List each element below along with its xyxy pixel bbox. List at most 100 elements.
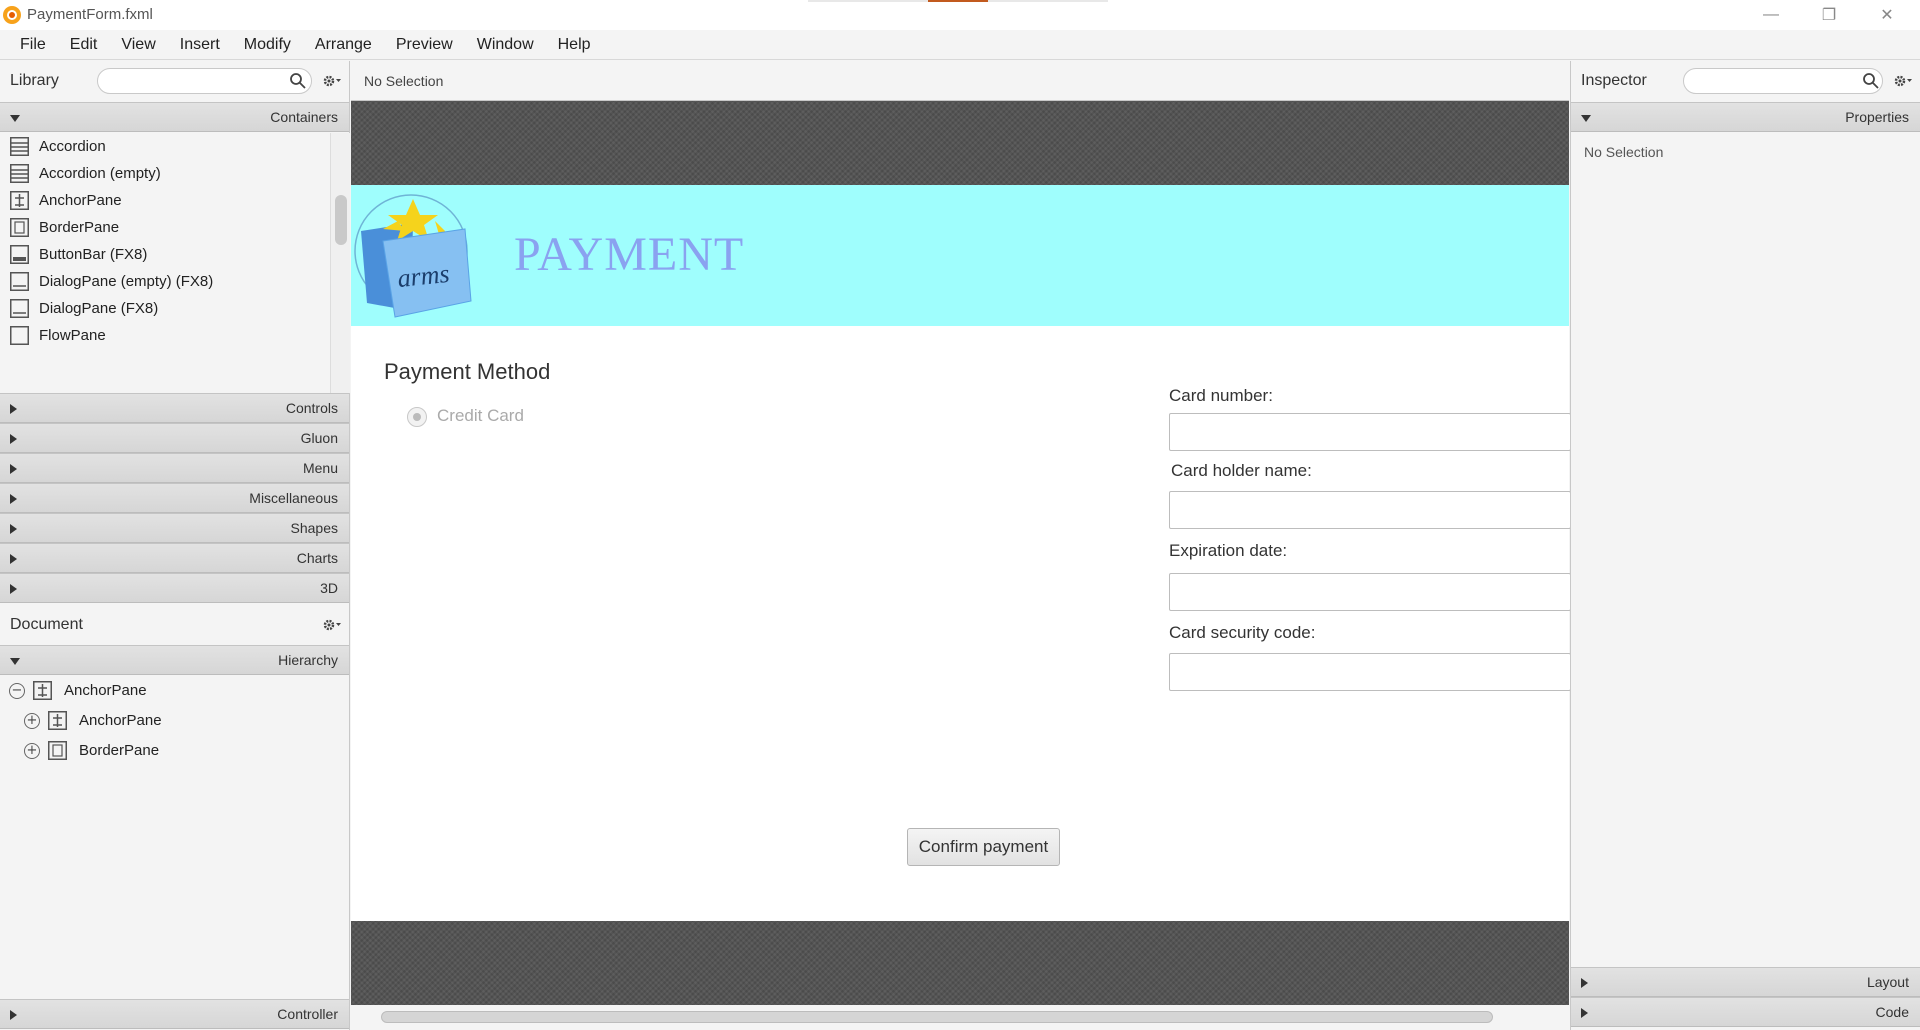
library-item-borderpane[interactable]: BorderPane	[0, 214, 330, 241]
tree-item-root-anchorpane[interactable]: − AnchorPane	[9, 681, 147, 700]
library-item-label: DialogPane (empty) (FX8)	[39, 273, 214, 290]
title-bar: PaymentForm.fxml — ❐ ✕	[0, 0, 1920, 30]
minimize-button[interactable]: —	[1742, 0, 1800, 30]
section-controller-label: Controller	[277, 1006, 338, 1022]
section-gluon[interactable]: Gluon	[0, 423, 349, 453]
library-list: Accordion Accordion (empty) AnchorPane B…	[0, 133, 330, 393]
tree-item-child-borderpane[interactable]: + BorderPane	[24, 741, 159, 760]
expiration-date-input[interactable]	[1169, 573, 1571, 611]
section-layout-label: Layout	[1866, 974, 1909, 990]
library-item-label: FlowPane	[39, 327, 106, 344]
section-layout[interactable]: Layout	[1571, 967, 1920, 997]
section-properties[interactable]: Properties	[1571, 102, 1920, 132]
library-item-accordion[interactable]: Accordion	[0, 133, 330, 160]
menu-bar: File Edit View Insert Modify Arrange Pre…	[0, 30, 1920, 60]
canvas-horizontal-scrollbar[interactable]	[381, 1011, 1493, 1023]
card-number-input[interactable]	[1169, 413, 1571, 451]
inspector-title: Inspector	[1581, 72, 1647, 89]
section-containers-label: Containers	[270, 109, 338, 125]
menu-help[interactable]: Help	[546, 30, 603, 60]
section-gluon-label: Gluon	[300, 430, 338, 446]
expand-triangle-icon	[10, 404, 17, 414]
card-security-code-label: Card security code:	[1169, 623, 1316, 642]
borderpane-icon	[10, 218, 29, 237]
close-button[interactable]: ✕	[1858, 0, 1916, 30]
menu-arrange[interactable]: Arrange	[303, 30, 384, 60]
card-holder-name-input[interactable]	[1169, 491, 1571, 529]
menu-edit[interactable]: Edit	[58, 30, 110, 60]
menu-preview[interactable]: Preview	[384, 30, 465, 60]
search-icon[interactable]	[1862, 72, 1880, 90]
library-scrollbar-thumb[interactable]	[335, 195, 347, 245]
expiration-date-label: Expiration date:	[1169, 541, 1288, 560]
expand-triangle-icon	[10, 1010, 17, 1020]
library-item-accordion-empty[interactable]: Accordion (empty)	[0, 160, 330, 187]
dialogpane-icon	[10, 272, 29, 291]
tree-item-child-anchorpane[interactable]: + AnchorPane	[24, 711, 162, 730]
section-menu[interactable]: Menu	[0, 453, 349, 483]
library-item-flowpane[interactable]: FlowPane	[0, 322, 330, 349]
tree-item-label: AnchorPane	[79, 712, 162, 729]
menu-insert[interactable]: Insert	[168, 30, 232, 60]
section-hierarchy[interactable]: Hierarchy	[0, 645, 349, 675]
canvas-status-bar: No Selection	[351, 61, 1569, 101]
document-gear-icon[interactable]	[322, 618, 342, 632]
section-controls[interactable]: Controls	[0, 393, 349, 423]
expand-triangle-icon	[10, 554, 17, 564]
menu-modify[interactable]: Modify	[232, 30, 303, 60]
section-shapes[interactable]: Shapes	[0, 513, 349, 543]
menu-file[interactable]: File	[8, 30, 58, 60]
selection-status: No Selection	[364, 72, 444, 89]
section-3d[interactable]: 3D	[0, 573, 349, 603]
tree-item-label: AnchorPane	[64, 682, 147, 699]
document-title: Document	[10, 616, 83, 633]
menu-window[interactable]: Window	[465, 30, 546, 60]
library-item-dialogpane[interactable]: DialogPane (FX8)	[0, 295, 330, 322]
borderpane-icon	[48, 741, 67, 760]
inspector-panel: Inspector Properties No Selection Layout…	[1570, 61, 1920, 1030]
section-code-label: Code	[1875, 1004, 1909, 1020]
section-3d-label: 3D	[320, 580, 338, 596]
expand-triangle-icon	[10, 524, 17, 534]
expand-triangle-icon	[10, 434, 17, 444]
section-charts[interactable]: Charts	[0, 543, 349, 573]
expand-node-icon[interactable]: +	[24, 712, 40, 729]
library-scrollbar[interactable]	[330, 133, 350, 393]
confirm-payment-button[interactable]: Confirm payment	[907, 828, 1060, 866]
library-item-buttonbar[interactable]: ButtonBar (FX8)	[0, 241, 330, 268]
inspector-search-input[interactable]	[1683, 68, 1883, 94]
inspector-no-selection: No Selection	[1584, 144, 1664, 160]
search-icon[interactable]	[289, 72, 307, 90]
anchor-icon	[10, 191, 29, 210]
library-gear-icon[interactable]	[322, 74, 342, 88]
menu-view[interactable]: View	[109, 30, 167, 60]
design-canvas[interactable]: arms PAYMENT Payment Method Credit Card …	[351, 101, 1571, 1030]
section-miscellaneous[interactable]: Miscellaneous	[0, 483, 349, 513]
library-search-input[interactable]	[97, 68, 312, 94]
library-item-dialogpane-empty[interactable]: DialogPane (empty) (FX8)	[0, 268, 330, 295]
library-item-anchorpane[interactable]: AnchorPane	[0, 187, 330, 214]
library-item-label: ButtonBar (FX8)	[39, 246, 148, 263]
section-containers[interactable]: Containers	[0, 102, 349, 132]
section-controller[interactable]: Controller	[0, 999, 349, 1029]
collapse-node-icon[interactable]: −	[9, 682, 25, 699]
card-number-label: Card number:	[1169, 386, 1273, 405]
maximize-button[interactable]: ❐	[1800, 0, 1858, 30]
expand-node-icon[interactable]: +	[24, 742, 40, 759]
payment-banner[interactable]: arms PAYMENT	[351, 185, 1569, 326]
section-miscellaneous-label: Miscellaneous	[249, 490, 338, 506]
accordion-icon	[10, 137, 29, 156]
section-code[interactable]: Code	[1571, 997, 1920, 1027]
anchor-icon	[48, 711, 67, 730]
expand-triangle-icon	[1581, 1008, 1588, 1018]
payment-form[interactable]: arms PAYMENT Payment Method Credit Card …	[351, 185, 1571, 921]
library-item-label: Accordion (empty)	[39, 165, 161, 182]
expand-triangle-icon	[10, 494, 17, 504]
accordion-icon	[10, 164, 29, 183]
window-title: PaymentForm.fxml	[27, 6, 153, 23]
buttonbar-icon	[10, 245, 29, 264]
inspector-gear-icon[interactable]	[1893, 74, 1913, 88]
document-header: Document	[0, 605, 349, 645]
card-security-code-input[interactable]	[1169, 653, 1571, 691]
credit-card-radio[interactable]	[407, 407, 427, 427]
